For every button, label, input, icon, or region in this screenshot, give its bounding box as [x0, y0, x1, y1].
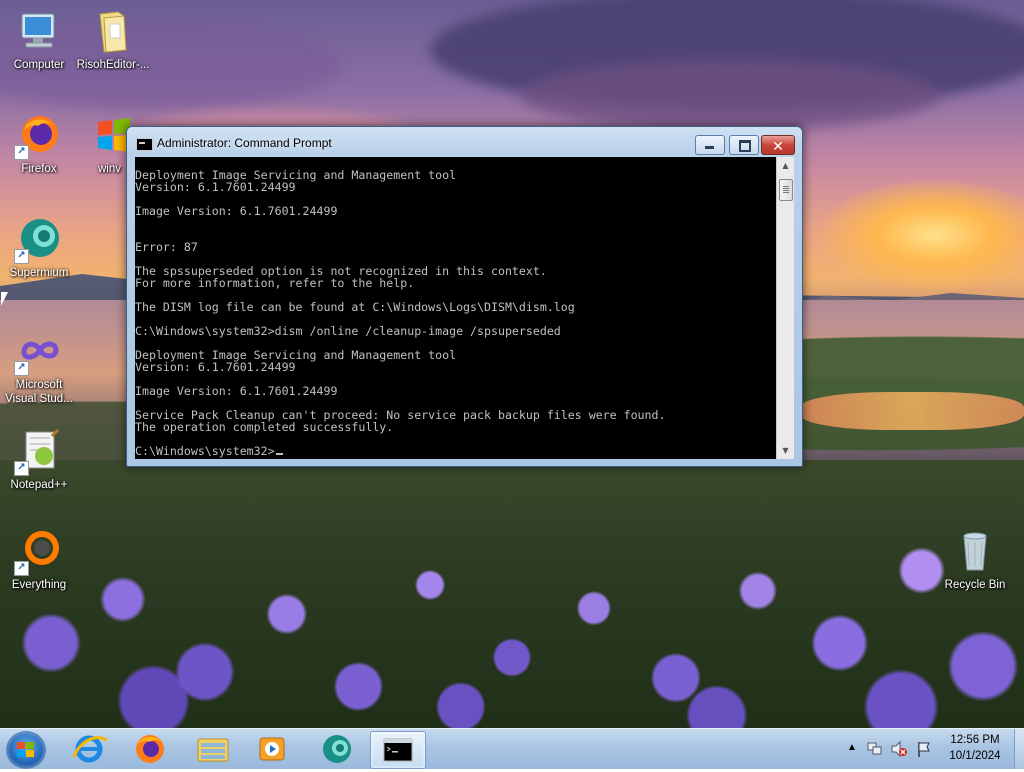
volume-muted-icon[interactable] [890, 740, 908, 758]
computer-icon [16, 8, 62, 54]
taskbar-media-player[interactable] [245, 731, 299, 767]
console-line: Image Version: 6.1.7601.24499 [135, 204, 338, 218]
windows-start-icon [17, 742, 35, 758]
console-output[interactable]: Deployment Image Servicing and Managemen… [135, 157, 776, 459]
recycle-bin-icon [952, 528, 998, 574]
visual-studio-icon: ↗ [14, 328, 62, 376]
window-title: Administrator: Command Prompt [157, 136, 332, 150]
wallpaper-reflection [800, 392, 1024, 430]
clock-time[interactable]: 12:56 PM [938, 734, 1012, 746]
desktop-icon-everything[interactable]: ↗ Everything [0, 528, 78, 592]
maximize-icon [739, 140, 751, 152]
close-button[interactable]: ✕ [761, 135, 795, 155]
taskbar-command-prompt[interactable] [370, 731, 426, 769]
shortcut-arrow-icon: ↗ [14, 145, 29, 160]
firefox-icon [136, 735, 164, 763]
console-line: Error: 87 [135, 240, 198, 254]
wallpaper-sun [820, 180, 1024, 290]
scroll-down-arrow-icon[interactable]: ▼ [777, 442, 794, 459]
wallpaper-cloud [520, 60, 940, 130]
notepadplusplus-icon: ↗ [14, 428, 62, 476]
desktop-icon-label: Supermium [9, 267, 69, 279]
command-prompt-window[interactable]: Administrator: Command Prompt ✕ Deployme… [126, 126, 803, 467]
console-line: The DISM log file can be found at C:\Win… [135, 300, 575, 314]
desktop-icon-label: Microsoft Visual Stud... [5, 379, 73, 405]
folder-icon [90, 8, 136, 54]
taskbar-internet-explorer[interactable] [62, 731, 116, 767]
console-line: For more information, refer to the help. [135, 276, 415, 290]
console-line: Version: 6.1.7601.24499 [135, 180, 296, 194]
internet-explorer-icon [72, 735, 108, 763]
text-cursor-icon [275, 453, 283, 455]
desktop-icon-visual-studio[interactable]: ↗ Microsoft Visual Stud... [0, 328, 78, 406]
desktop-icon-recycle-bin[interactable]: Recycle Bin [936, 528, 1014, 592]
desktop-icon-label: Computer [13, 59, 65, 71]
console-text: Deployment Image Servicing and Managemen… [135, 169, 665, 457]
taskbar: ▲ 12:56 PM 10/1/2024 [0, 728, 1024, 769]
close-icon: ✕ [772, 139, 784, 155]
command-prompt-icon [383, 738, 413, 762]
everything-search-icon: ↗ [14, 528, 62, 576]
taskbar-firefox[interactable] [123, 731, 177, 767]
shortcut-arrow-icon: ↗ [14, 461, 29, 476]
desktop-icon-supermium[interactable]: ↗ Supermium [0, 216, 78, 280]
console-line: The operation completed successfully. [135, 420, 394, 434]
clock-date[interactable]: 10/1/2024 [938, 750, 1012, 762]
shortcut-arrow-icon: ↗ [14, 249, 29, 264]
taskbar-file-explorer[interactable] [186, 731, 240, 767]
show-hidden-icons-button[interactable]: ▲ [846, 742, 858, 753]
vertical-scrollbar[interactable]: ▲ ▼ [776, 157, 794, 459]
desktop-icon-label: Everything [11, 579, 67, 591]
file-explorer-icon [197, 738, 229, 762]
scrollbar-thumb[interactable] [779, 179, 793, 201]
minimize-button[interactable] [695, 135, 725, 155]
start-button[interactable] [6, 731, 46, 769]
firefox-icon: ↗ [14, 112, 62, 160]
action-center-flag-icon[interactable] [915, 740, 933, 758]
console-line: Image Version: 6.1.7601.24499 [135, 384, 338, 398]
desktop-icon-notepadplusplus[interactable]: ↗ Notepad++ [0, 428, 78, 492]
supermium-icon [323, 735, 351, 763]
network-icon[interactable] [866, 740, 884, 758]
minimize-icon [705, 146, 714, 149]
show-desktop-button[interactable] [1014, 729, 1024, 769]
desktop-icon-risoheditor[interactable]: RisohEditor-... [74, 8, 152, 72]
mouse-pointer-icon [1, 292, 8, 306]
window-titlebar[interactable]: Administrator: Command Prompt ✕ [127, 127, 802, 157]
taskbar-supermium[interactable] [310, 731, 364, 767]
console-line: C:\Windows\system32> [135, 445, 665, 457]
desktop-icon-label: Recycle Bin [944, 579, 1006, 591]
desktop-icon-label: RisohEditor-... [76, 59, 150, 71]
desktop-icon-label: Notepad++ [10, 479, 68, 491]
wallpaper-flowers [0, 440, 1024, 730]
shortcut-arrow-icon: ↗ [14, 561, 29, 576]
desktop-icon-firefox[interactable]: ↗ Firefox [0, 112, 78, 176]
console-line: C:\Windows\system32>dism /online /cleanu… [135, 324, 561, 338]
console-line: Version: 6.1.7601.24499 [135, 360, 296, 374]
desktop-icon-computer[interactable]: Computer [0, 8, 78, 72]
media-player-icon [259, 737, 285, 761]
scroll-up-arrow-icon[interactable]: ▲ [777, 157, 794, 174]
maximize-button[interactable] [729, 135, 759, 155]
desktop-icon-label: Firefox [21, 163, 57, 175]
supermium-icon: ↗ [14, 216, 62, 264]
shortcut-arrow-icon: ↗ [14, 361, 29, 376]
command-prompt-icon [136, 138, 153, 151]
